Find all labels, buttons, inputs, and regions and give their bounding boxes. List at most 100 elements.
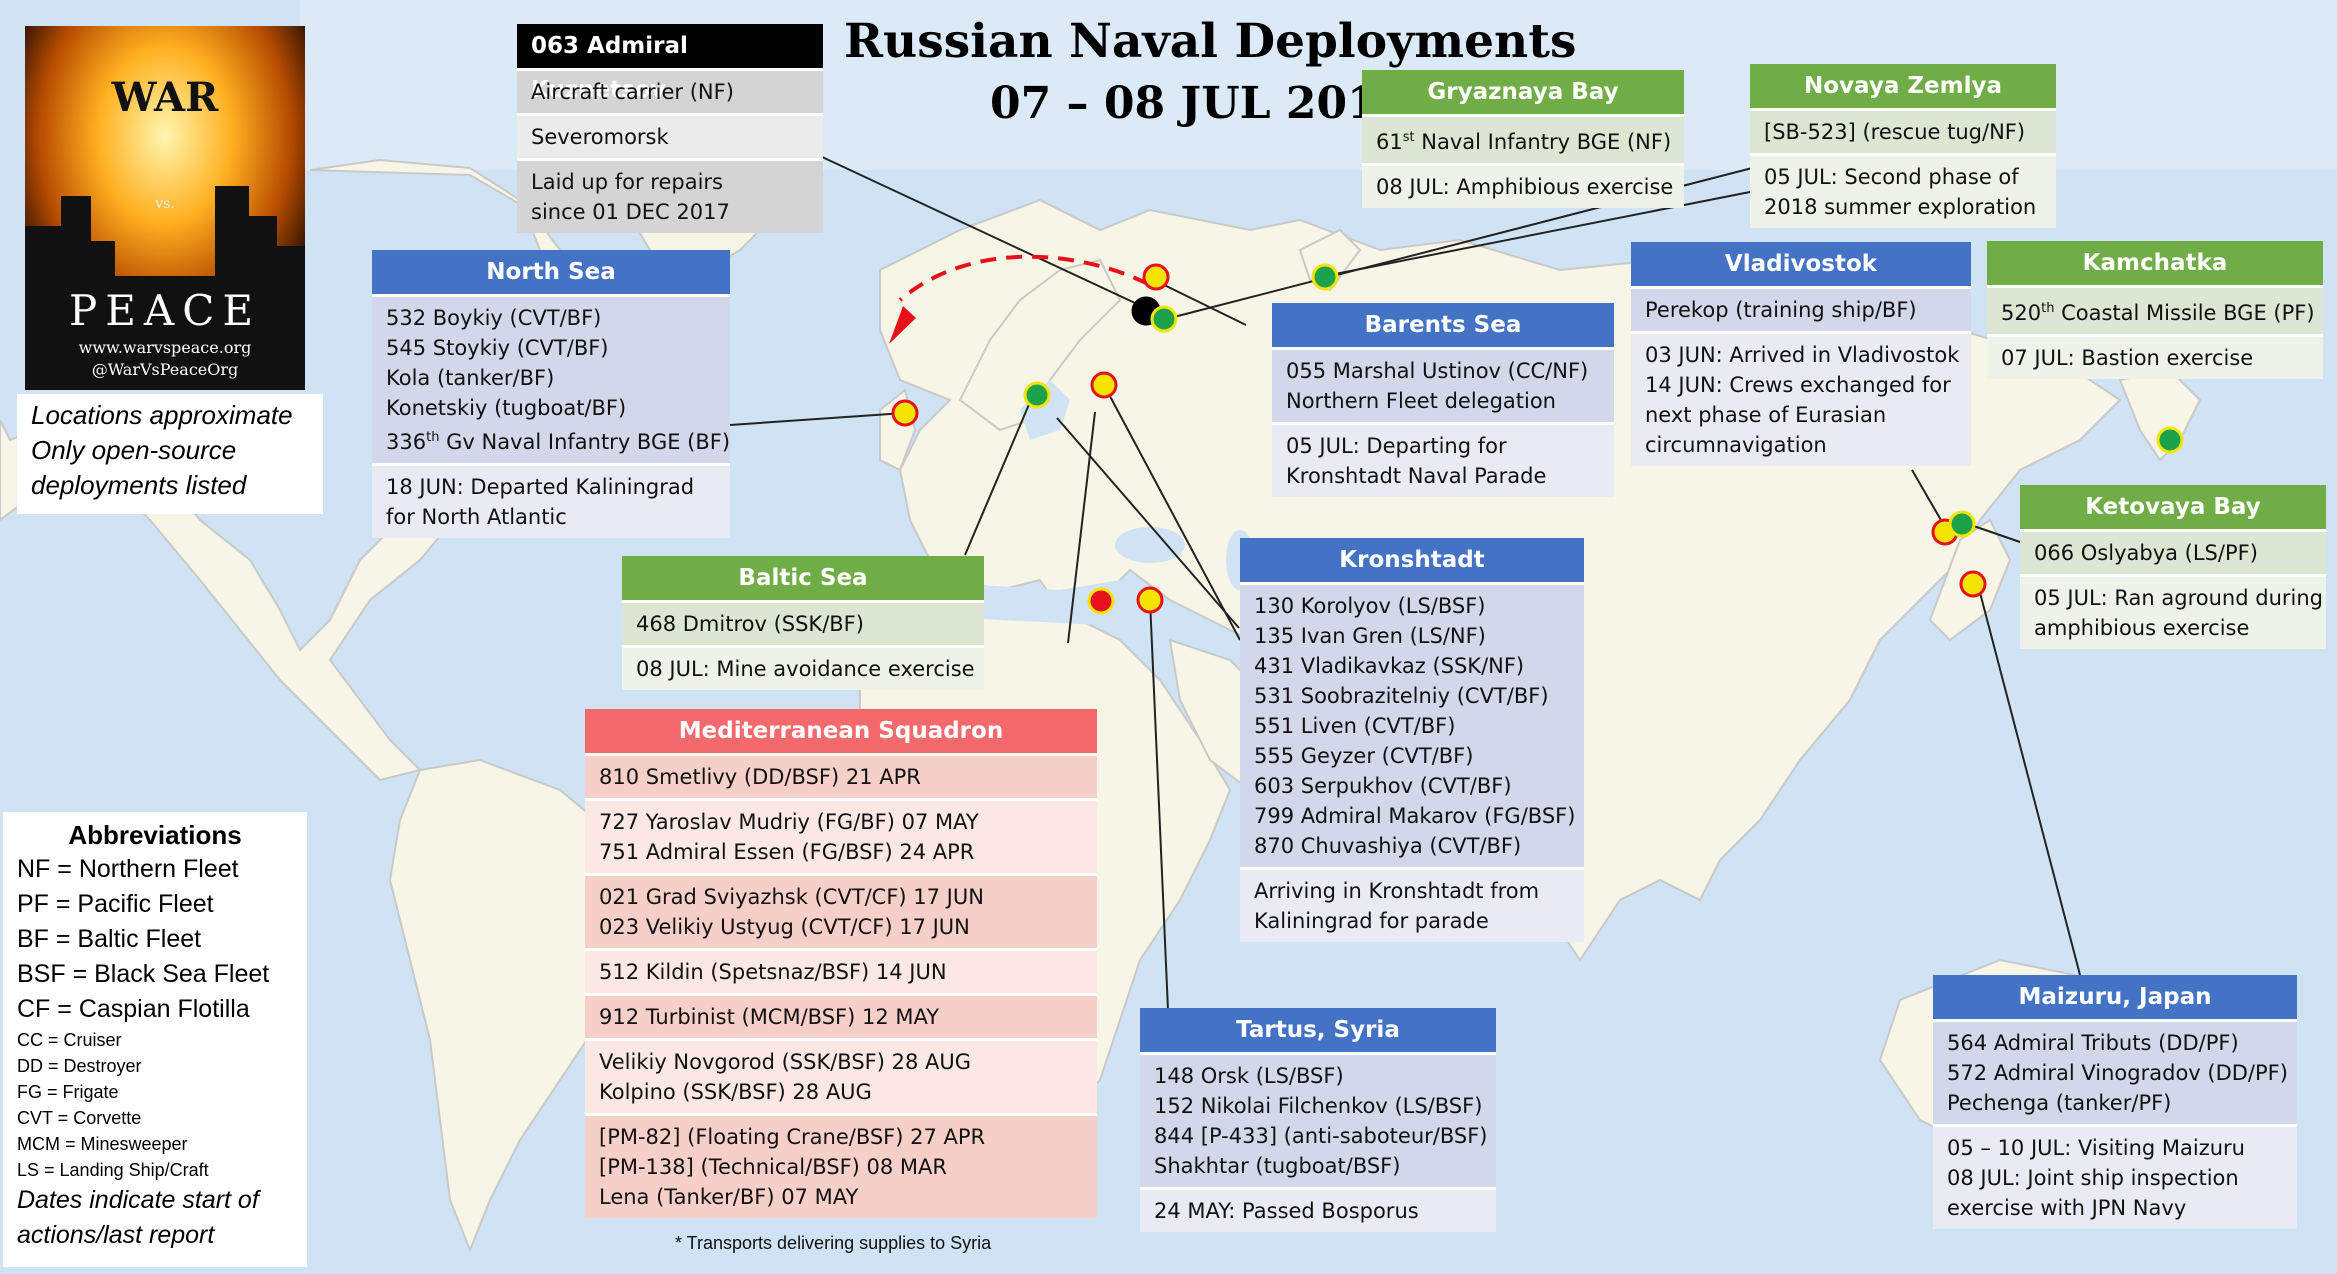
abbr-item: MCM = Minesweeper xyxy=(17,1134,188,1154)
box-line: next phase of Eurasian xyxy=(1645,403,1887,427)
box-line: Kronshtadt Naval Parade xyxy=(1286,464,1547,488)
box-line: 08 JUL: Amphibious exercise xyxy=(1376,175,1674,199)
box-kronshtadt: Kronshtadt 130 Korolyov (LS/BSF) 135 Iva… xyxy=(1240,538,1584,942)
box-line: 751 Admiral Essen (FG/BSF) 24 APR xyxy=(599,840,975,864)
box-line: 532 Boykiy (CVT/BF) xyxy=(386,306,602,330)
logo-peace-text: PEACE xyxy=(68,286,262,335)
war-vs-peace-logo: WAR vs. PEACE www.warvspeace.org @WarVsP… xyxy=(25,26,305,390)
box-kamchatka: Kamchatka 520th Coastal Missile BGE (PF)… xyxy=(1987,241,2323,379)
box-title: Ketovaya Bay xyxy=(2020,485,2326,529)
box-line: Arriving in Kronshtadt from xyxy=(1254,879,1540,903)
box-line: circumnavigation xyxy=(1645,433,1827,457)
abbr-item: CC = Cruiser xyxy=(17,1030,122,1050)
box-line: 24 MAY: Passed Bosporus xyxy=(1154,1199,1419,1223)
abbreviations-title: Abbreviations xyxy=(68,820,242,850)
marker-med xyxy=(1087,587,1115,615)
box-line: Pechenga (tanker/PF) xyxy=(1947,1091,2172,1115)
box-line: 14 JUN: Crews exchanged for xyxy=(1645,373,1951,397)
box-line: 066 Oslyabya (LS/PF) xyxy=(2034,541,2258,565)
box-line: 05 JUL: Ran aground during xyxy=(2034,586,2323,610)
marker-kamchatka xyxy=(2156,426,2184,454)
disclaimer-note: Locations approximate Only open-source d… xyxy=(17,394,323,514)
box-line: 912 Turbinist (MCM/BSF) 12 MAY xyxy=(599,1005,940,1029)
box-barents-sea: Barents Sea 055 Marshal Ustinov (CC/NF) … xyxy=(1272,303,1614,497)
abbr-item: NF = Northern Fleet xyxy=(17,855,239,883)
box-line: 551 Liven (CVT/BF) xyxy=(1254,714,1456,738)
box-line: [SB-523] (rescue tug/NF) xyxy=(1764,120,2026,144)
box-line: 844 [P-433] (anti-saboteur/BSF) xyxy=(1154,1124,1488,1148)
abbr-item: PF = Pacific Fleet xyxy=(17,890,214,918)
box-line: Kolpino (SSK/BSF) 28 AUG xyxy=(599,1080,872,1104)
box-line: Kaliningrad for parade xyxy=(1254,909,1489,933)
box-line: 545 Stoykiy (CVT/BF) xyxy=(386,336,609,360)
dates-note: Dates indicate start of xyxy=(17,1186,259,1214)
box-gryaznaya: Gryaznaya Bay 61st Naval Infantry BGE (N… xyxy=(1362,70,1684,208)
logo-handle-text: @WarVsPeaceOrg xyxy=(91,360,239,379)
box-line: 572 Admiral Vinogradov (DD/PF) xyxy=(1947,1061,2288,1085)
box-line: 61st Naval Infantry BGE (NF) xyxy=(1376,130,1672,154)
marker-baltic xyxy=(1023,381,1051,409)
box-kuznetsov: 063 Admiral Kuznetsov Aircraft carrier (… xyxy=(517,24,823,233)
box-line: 130 Korolyov (LS/BSF) xyxy=(1254,594,1486,618)
box-line: Lena (Tanker/BF) 07 MAY xyxy=(599,1185,859,1209)
note-line: Locations approximate xyxy=(31,400,293,430)
abbr-item: CF = Caspian Flotilla xyxy=(17,995,250,1023)
box-line: Kola (tanker/BF) xyxy=(386,366,555,390)
box-line: 055 Marshal Ustinov (CC/NF) xyxy=(1286,359,1589,383)
box-line: 727 Yaroslav Mudriy (FG/BF) 07 MAY xyxy=(599,810,979,834)
note-line: deployments listed xyxy=(31,470,247,500)
box-line: Perekop (training ship/BF) xyxy=(1645,298,1917,322)
box-title: Tartus, Syria xyxy=(1140,1008,1496,1052)
box-line: Velikiy Novgorod (SSK/BSF) 28 AUG xyxy=(599,1050,972,1074)
abbr-item: DD = Destroyer xyxy=(17,1056,142,1076)
marker-tartus xyxy=(1136,586,1164,614)
box-line: Aircraft carrier (NF) xyxy=(531,80,734,104)
box-line: 336th Gv Naval Infantry BGE (BF) xyxy=(386,430,731,454)
dates-note: actions/last report xyxy=(17,1221,215,1249)
box-title: Maizuru, Japan xyxy=(1933,975,2297,1019)
marker-gryaznaya xyxy=(1150,305,1178,333)
box-line: [PM-82] (Floating Crane/BSF) 27 APR xyxy=(599,1125,986,1149)
box-line: 08 JUL: Joint ship inspection xyxy=(1947,1166,2239,1190)
marker-novaya xyxy=(1311,263,1339,291)
box-line: 18 JUN: Departed Kaliningrad xyxy=(386,475,695,499)
box-title: Baltic Sea xyxy=(622,556,984,600)
box-title: North Sea xyxy=(372,250,730,294)
box-line: [PM-138] (Technical/BSF) 08 MAR xyxy=(599,1155,947,1179)
box-title: Barents Sea xyxy=(1272,303,1614,347)
box-baltic-sea: Baltic Sea 468 Dmitrov (SSK/BF) 08 JUL: … xyxy=(622,556,984,690)
box-line: 555 Geyzer (CVT/BF) xyxy=(1254,744,1474,768)
marker-barents xyxy=(1142,263,1170,291)
transports-footnote: * Transports delivering supplies to Syri… xyxy=(675,1233,992,1253)
box-novaya-zemlya: Novaya Zemlya [SB-523] (rescue tug/NF) 0… xyxy=(1750,64,2056,228)
marker-ketovaya xyxy=(1948,510,1976,538)
box-line: 135 Ivan Gren (LS/NF) xyxy=(1254,624,1486,648)
box-title: Vladivostok xyxy=(1631,242,1971,286)
box-line: 799 Admiral Makarov (FG/BSF) xyxy=(1254,804,1576,828)
box-title: Kronshtadt xyxy=(1240,538,1584,582)
box-maizuru-japan: Maizuru, Japan 564 Admiral Tributs (DD/P… xyxy=(1933,975,2297,1229)
abbr-item: CVT = Corvette xyxy=(17,1108,142,1128)
box-line: 05 JUL: Departing for xyxy=(1286,434,1507,458)
abbr-item: BF = Baltic Fleet xyxy=(17,925,202,953)
abbr-item: FG = Frigate xyxy=(17,1082,119,1102)
box-line: 810 Smetlivy (DD/BSF) 21 APR xyxy=(599,765,921,789)
box-vladivostok: Vladivostok Perekop (training ship/BF) 0… xyxy=(1631,242,1971,466)
logo-vs-text: vs. xyxy=(155,196,175,212)
box-line: 564 Admiral Tributs (DD/PF) xyxy=(1947,1031,2239,1055)
box-line: 468 Dmitrov (SSK/BF) xyxy=(636,612,864,636)
box-line: amphibious exercise xyxy=(2034,616,2250,640)
box-line: 512 Kildin (Spetsnaz/BSF) 14 JUN xyxy=(599,960,947,984)
box-mediterranean-squadron: Mediterranean Squadron 810 Smetlivy (DD/… xyxy=(585,709,1097,1218)
map-title: Russian Naval Deployments xyxy=(844,14,1577,69)
logo-war-text: WAR xyxy=(111,74,219,121)
box-ketovaya-bay: Ketovaya Bay 066 Oslyabya (LS/PF) 05 JUL… xyxy=(2020,485,2326,649)
box-line: 531 Soobrazitelniy (CVT/BF) xyxy=(1254,684,1549,708)
box-line: Konetskiy (tugboat/BF) xyxy=(386,396,627,420)
box-title: Kamchatka xyxy=(1987,241,2323,285)
logo-site-text: www.warvspeace.org xyxy=(78,338,252,357)
box-line: 431 Vladikavkaz (SSK/NF) xyxy=(1254,654,1525,678)
box-line: 07 JUL: Bastion exercise xyxy=(2001,346,2254,370)
marker-north-sea xyxy=(891,399,919,427)
box-line: 05 – 10 JUL: Visiting Maizuru xyxy=(1947,1136,2245,1160)
